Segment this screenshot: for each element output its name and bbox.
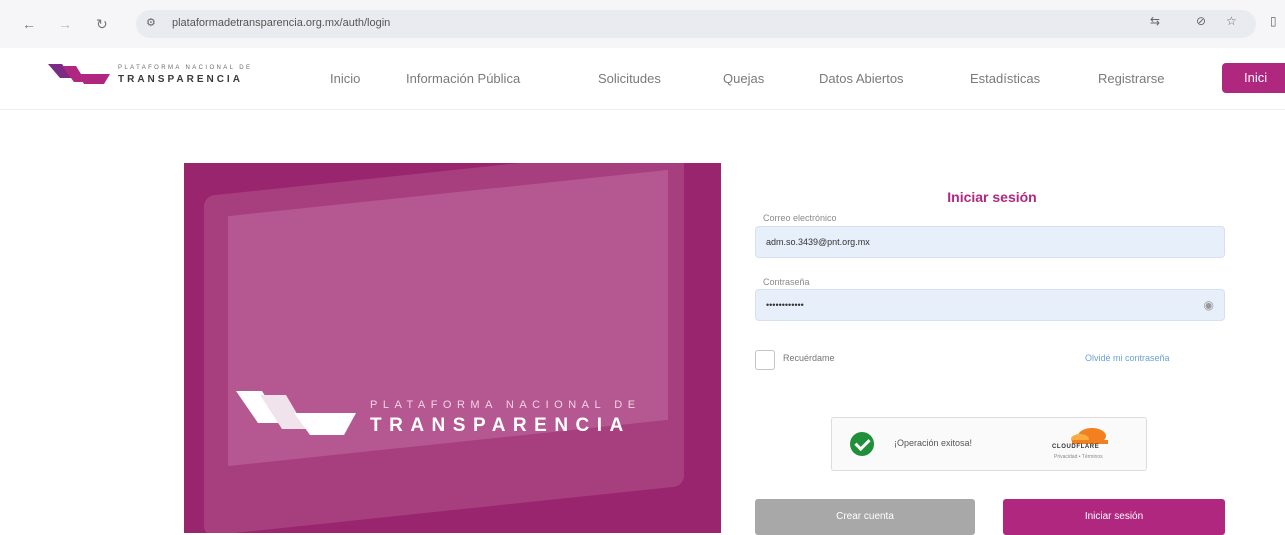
captcha-widget[interactable]: ¡Operación exitosa! CLOUDFLARE Privacida…: [831, 417, 1147, 471]
nav-inicio[interactable]: Inicio: [330, 71, 360, 86]
logo-title: TRANSPARENCIA: [118, 74, 243, 85]
login-submit-button[interactable]: Iniciar sesión: [1003, 499, 1225, 535]
forward-icon[interactable]: →: [58, 14, 72, 34]
nav-registrarse[interactable]: Registrarse: [1098, 71, 1164, 86]
form-title: Iniciar sesión: [947, 189, 1037, 205]
header-login-button[interactable]: Inici: [1222, 63, 1285, 93]
site-info-icon[interactable]: ⚙: [146, 16, 156, 29]
nav-estadisticas[interactable]: Estadísticas: [970, 71, 1040, 86]
hero-image: PLATAFORMA NACIONAL DE TRANSPARENCIA: [184, 163, 721, 533]
remember-label: Recuérdame: [783, 353, 835, 363]
eye-icon[interactable]: ◉: [1204, 298, 1214, 312]
site-header: PLATAFORMA NACIONAL DE TRANSPARENCIA Ini…: [0, 48, 1285, 110]
back-icon[interactable]: ←: [22, 14, 36, 34]
email-field[interactable]: adm.so.3439@pnt.org.mx: [755, 226, 1225, 258]
password-field[interactable]: •••••••••••• ◉: [755, 289, 1225, 321]
browser-toolbar: ← → ↻ ⚙ plataformadetransparencia.org.mx…: [0, 0, 1285, 48]
captcha-links[interactable]: Privacidad • Términos: [1054, 454, 1103, 460]
password-label: Contraseña: [763, 277, 810, 287]
hero-title: TRANSPARENCIA: [370, 415, 631, 436]
create-account-button[interactable]: Crear cuenta: [755, 499, 975, 535]
reload-icon[interactable]: ↻: [96, 14, 108, 34]
nav-solicitudes[interactable]: Solicitudes: [598, 71, 661, 86]
hero-subtitle: PLATAFORMA NACIONAL DE: [370, 399, 641, 411]
nav-quejas[interactable]: Quejas: [723, 71, 764, 86]
email-label: Correo electrónico: [763, 213, 837, 223]
translate-icon[interactable]: ⇆: [1150, 14, 1160, 28]
url-text: plataformadetransparencia.org.mx/auth/lo…: [172, 17, 391, 29]
address-bar[interactable]: ⚙ plataformadetransparencia.org.mx/auth/…: [136, 10, 1256, 38]
captcha-status: ¡Operación exitosa!: [894, 438, 973, 448]
check-icon: [850, 432, 874, 456]
login-form: Iniciar sesión Correo electrónico adm.so…: [721, 163, 1265, 535]
cloudflare-logo: [1071, 428, 1108, 444]
nav-datos-abiertos[interactable]: Datos Abiertos: [819, 71, 904, 86]
nav-informacion-publica[interactable]: Información Pública: [406, 71, 520, 86]
hero-overlay: [184, 163, 721, 533]
captcha-brand: CLOUDFLARE: [1052, 444, 1100, 450]
logo-subtitle: PLATAFORMA NACIONAL DE: [118, 65, 253, 71]
star-icon[interactable]: ☆: [1226, 14, 1237, 28]
remember-checkbox[interactable]: [755, 350, 775, 370]
forgot-password-link[interactable]: Olvidé mi contraseña: [1085, 353, 1170, 363]
logo-mark[interactable]: [48, 60, 110, 88]
sidebar-icon[interactable]: ▯: [1270, 14, 1277, 28]
password-value: ••••••••••••: [766, 300, 804, 310]
hero-logo-mark: [236, 391, 356, 435]
eye-off-icon[interactable]: ⊘: [1196, 14, 1206, 28]
